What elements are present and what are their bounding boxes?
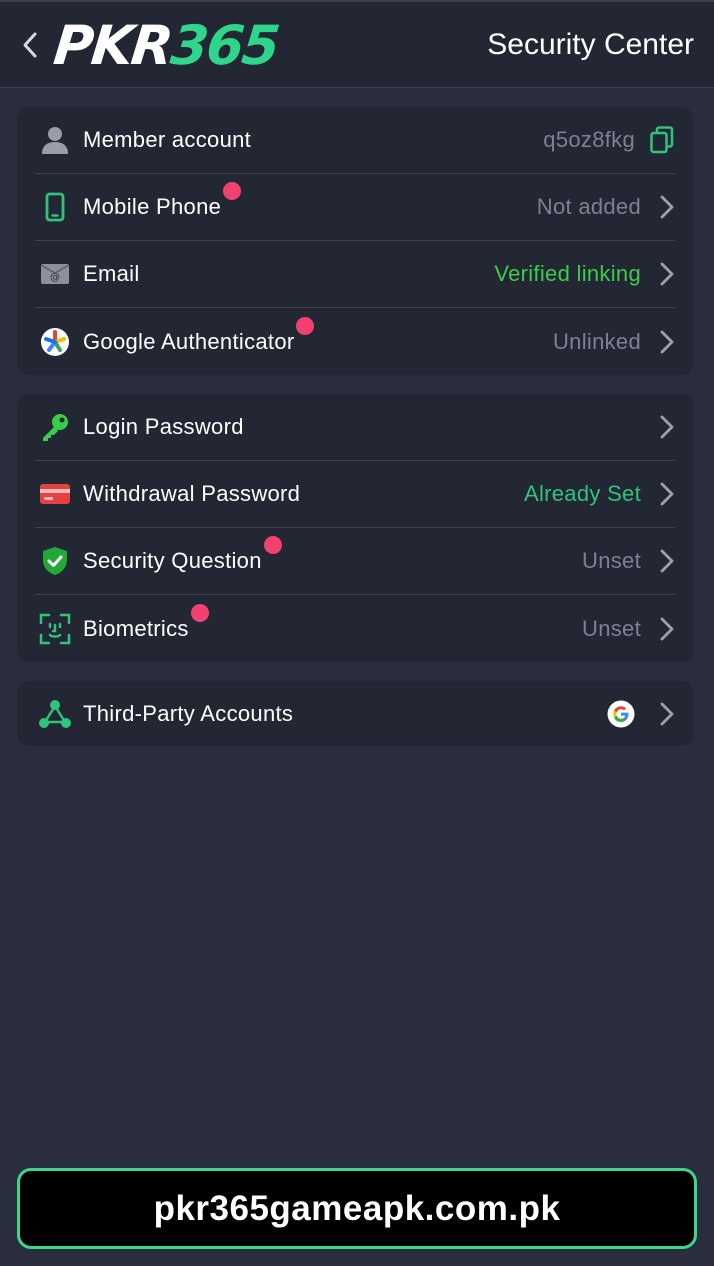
row-login-password[interactable]: Login Password bbox=[35, 394, 675, 461]
row-email[interactable]: @ Email Verified linking bbox=[35, 241, 675, 308]
mobile-phone-text: Mobile Phone bbox=[83, 194, 222, 219]
security-question-label: Security Question bbox=[83, 536, 282, 574]
withdrawal-password-status: Already Set bbox=[523, 481, 641, 506]
third-party-section: Third-Party Accounts bbox=[17, 681, 693, 746]
card-icon bbox=[37, 476, 73, 512]
biometrics-text: Biometrics bbox=[83, 615, 189, 641]
google-authenticator-status: Unlinked bbox=[552, 328, 641, 354]
chevron-right-icon bbox=[641, 410, 675, 444]
notification-dot bbox=[223, 182, 242, 200]
chevron-right-icon bbox=[641, 544, 675, 578]
biometrics-label: Biometrics bbox=[83, 603, 209, 642]
chevron-right-icon bbox=[641, 612, 675, 646]
chevron-right-icon bbox=[641, 477, 675, 511]
chevron-right-icon bbox=[641, 697, 675, 731]
google-authenticator-text: Google Authenticator bbox=[83, 328, 295, 354]
chevron-right-icon bbox=[641, 325, 675, 359]
row-withdrawal-password[interactable]: Withdrawal Password Already Set bbox=[35, 461, 675, 528]
page-title: Security Center bbox=[487, 28, 694, 61]
member-account-value: q5oz8fkg bbox=[543, 127, 635, 152]
key-icon bbox=[37, 409, 73, 445]
row-member-account[interactable]: Member account q5oz8fkg bbox=[35, 107, 675, 174]
logo-text-white: PKR bbox=[50, 14, 175, 77]
row-mobile-phone[interactable]: Mobile Phone Not added bbox=[35, 174, 675, 241]
row-security-question[interactable]: Security Question Unset bbox=[35, 528, 675, 595]
chevron-left-icon bbox=[23, 32, 37, 58]
email-label: Email bbox=[83, 261, 140, 286]
notification-dot bbox=[263, 536, 282, 554]
shield-check-icon bbox=[37, 543, 73, 579]
chevron-right-icon bbox=[641, 190, 675, 224]
notification-dot bbox=[190, 603, 209, 622]
login-password-label: Login Password bbox=[83, 414, 244, 439]
row-google-authenticator[interactable]: Google Authenticator Unlinked bbox=[35, 308, 675, 375]
mobile-phone-label: Mobile Phone bbox=[83, 182, 242, 220]
pkr365-logo: PKR 365 bbox=[50, 14, 282, 77]
website-banner: pkr365gameapk.com.pk bbox=[17, 1168, 697, 1249]
top-bar: PKR 365 Security Center bbox=[0, 0, 714, 88]
notification-dot bbox=[296, 316, 315, 335]
security-question-status: Unset bbox=[582, 548, 641, 573]
row-biometrics[interactable]: Biometrics Unset bbox=[35, 595, 675, 662]
google-authenticator-icon bbox=[37, 324, 73, 360]
copy-icon[interactable] bbox=[635, 123, 675, 157]
google-icon bbox=[607, 700, 635, 728]
email-icon: @ bbox=[37, 256, 73, 292]
phone-icon bbox=[37, 189, 73, 225]
user-icon bbox=[37, 122, 73, 158]
third-party-accounts-label: Third-Party Accounts bbox=[83, 700, 294, 726]
member-account-label: Member account bbox=[83, 127, 252, 152]
password-section: Login Password Withdrawal Password Alrea… bbox=[17, 394, 693, 662]
google-authenticator-label: Google Authenticator bbox=[83, 316, 315, 355]
svg-text:@: @ bbox=[50, 272, 60, 283]
security-question-text: Security Question bbox=[83, 548, 262, 573]
back-button[interactable] bbox=[10, 22, 50, 68]
row-third-party-accounts[interactable]: Third-Party Accounts bbox=[35, 681, 675, 746]
chevron-right-icon bbox=[641, 257, 675, 291]
withdrawal-password-label: Withdrawal Password bbox=[83, 481, 301, 506]
logo-text-green: 365 bbox=[167, 14, 282, 77]
face-scan-icon bbox=[37, 611, 73, 647]
account-section: Member account q5oz8fkg Mobile Phone Not… bbox=[17, 107, 693, 375]
network-icon bbox=[37, 696, 73, 732]
biometrics-status: Unset bbox=[582, 615, 641, 641]
mobile-phone-status: Not added bbox=[536, 194, 641, 219]
email-status: Verified linking bbox=[494, 261, 641, 286]
